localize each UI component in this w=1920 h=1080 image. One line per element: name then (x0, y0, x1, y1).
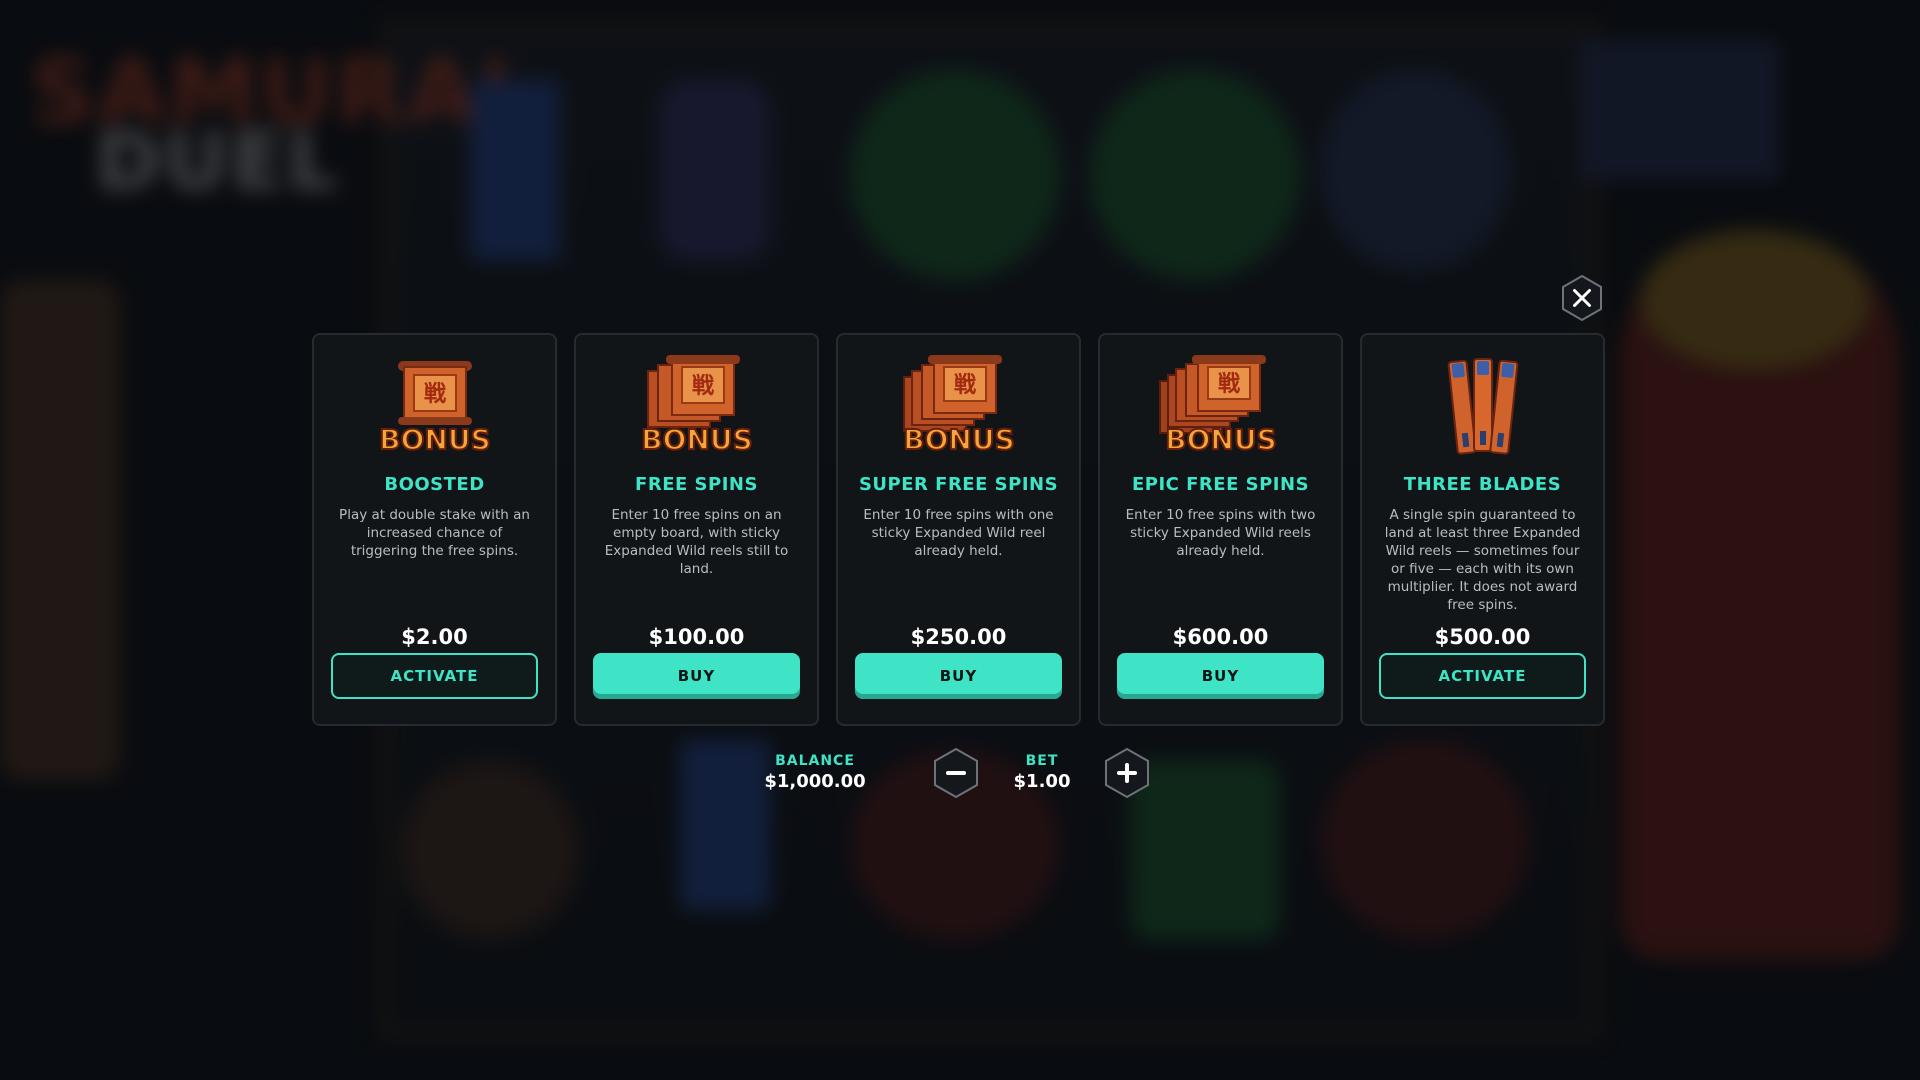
minus-icon (934, 747, 978, 799)
bonus-scroll-stack-icon: 戦 BONUS (838, 355, 1079, 455)
close-icon (1562, 274, 1602, 322)
svg-text:戦: 戦 (1217, 372, 1240, 397)
card-boosted: 戦 BONUS BOOSTED Play at double stake wit… (312, 333, 557, 726)
bet-label: BET (1025, 753, 1059, 769)
bonus-buy-cards: 戦 BONUS BOOSTED Play at double stake wit… (312, 333, 1605, 726)
card-description: Enter 10 free spins with one sticky Expa… (863, 507, 1054, 559)
svg-text:戦: 戦 (423, 382, 446, 407)
buy-button[interactable]: BUY (855, 653, 1062, 699)
activate-button[interactable]: ACTIVATE (1379, 653, 1586, 699)
card-title: SUPER FREE SPINS (858, 474, 1059, 495)
card-epic-free-spins: 戦 BONUS EPIC FREE SPINS Enter 10 free sp… (1098, 333, 1343, 726)
three-blades-icon (1362, 355, 1603, 455)
card-description: Enter 10 free spins with two sticky Expa… (1125, 507, 1316, 559)
plus-icon (1105, 747, 1149, 799)
activate-button[interactable]: ACTIVATE (331, 653, 538, 699)
card-price: $600.00 (1172, 625, 1269, 649)
decrease-bet-button[interactable] (930, 747, 982, 799)
bet-value: $1.00 (1013, 771, 1071, 792)
buy-button[interactable]: BUY (593, 653, 800, 699)
svg-text:戦: 戦 (691, 374, 714, 399)
card-title: FREE SPINS (635, 474, 758, 495)
card-description: Play at double stake with an increased c… (339, 507, 530, 559)
card-price: $100.00 (648, 625, 745, 649)
bonus-scroll-stack-icon: 戦 BONUS (576, 355, 817, 455)
card-super-free-spins: 戦 BONUS SUPER FREE SPINS Enter 10 free s… (836, 333, 1081, 726)
svg-text:戦: 戦 (953, 373, 976, 398)
card-title: THREE BLADES (1403, 474, 1562, 495)
game-stage: SAMURAI DUEL 戦 BONUS BOOSTED Play at dou… (0, 0, 1920, 1080)
card-description: A single spin guaranteed to land at leas… (1384, 507, 1581, 613)
bet-display: BET $1.00 (1000, 753, 1084, 792)
bonus-scroll-icon: 戦 BONUS (314, 355, 555, 455)
balance-value: $1,000.00 (764, 771, 866, 792)
card-title: BOOSTED (384, 474, 485, 495)
card-free-spins: 戦 BONUS FREE SPINS Enter 10 free spins o… (574, 333, 819, 726)
svg-text:BONUS: BONUS (903, 423, 1014, 455)
increase-bet-button[interactable] (1101, 747, 1153, 799)
svg-text:BONUS: BONUS (379, 423, 490, 455)
card-price: $500.00 (1434, 625, 1531, 649)
balance-display: BALANCE $1,000.00 (740, 753, 890, 792)
svg-text:BONUS: BONUS (1165, 423, 1276, 455)
card-price: $2.00 (401, 625, 468, 649)
bonus-scroll-stack-icon: 戦 BONUS (1100, 355, 1341, 455)
card-description: Enter 10 free spins on an empty board, w… (604, 507, 789, 577)
close-button[interactable] (1558, 274, 1606, 322)
card-price: $250.00 (910, 625, 1007, 649)
svg-text:BONUS: BONUS (641, 423, 752, 455)
card-title: EPIC FREE SPINS (1131, 474, 1310, 495)
balance-label: BALANCE (775, 753, 855, 769)
card-three-blades: THREE BLADES A single spin guaranteed to… (1360, 333, 1605, 726)
bet-controls: BALANCE $1,000.00 BET $1.00 (0, 745, 1920, 835)
buy-button[interactable]: BUY (1117, 653, 1324, 699)
